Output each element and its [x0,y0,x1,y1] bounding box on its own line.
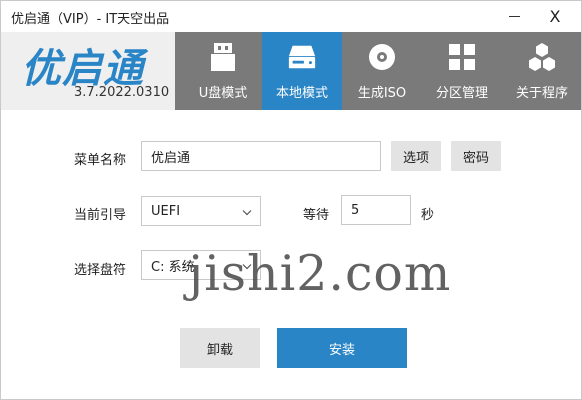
tab-partition-manager[interactable]: 分区管理 [422,32,502,110]
tab-usb-mode[interactable]: U盘模式 [183,32,263,110]
chevron-down-icon [242,206,252,221]
tab-local-mode[interactable]: 本地模式 [262,32,342,110]
disk-value: C: 系统 [151,259,195,275]
install-button[interactable]: 安装 [277,328,407,368]
wait-label: 等待 [303,208,330,223]
usb-drive-icon [208,42,238,72]
version-label: 3.7.2022.0310 [74,85,170,100]
boot-mode-select[interactable]: UEFI [141,196,261,226]
disc-icon [367,42,397,72]
tab-label: 本地模式 [275,86,328,101]
tab-label: U盘模式 [198,86,248,101]
tab-generate-iso[interactable]: 生成ISO [342,32,422,110]
app-window: 优启通（VIP）- IT天空出品 X 优启通 3.7.2022.0310 U盘模… [0,0,582,400]
uninstall-button[interactable]: 卸载 [180,328,260,368]
boot-mode-value: UEFI [151,203,181,219]
boot-label: 当前引导 [74,208,127,223]
seconds-unit-label: 秒 [421,208,435,223]
window-title: 优启通（VIP）- IT天空出品 [11,12,170,27]
minimize-button[interactable] [491,1,537,32]
disk-label: 选择盘符 [74,263,127,278]
close-button[interactable]: X [532,1,578,32]
disk-select[interactable]: C: 系统 [141,250,261,280]
options-button[interactable]: 选项 [391,141,441,171]
chevron-down-icon [242,260,252,275]
title-bar: 优启通（VIP）- IT天空出品 X [1,1,581,32]
menu-name-label: 菜单名称 [74,153,127,168]
tab-label: 生成ISO [357,86,407,101]
logo-area: 优启通 3.7.2022.0310 [1,32,175,110]
minimize-icon [508,16,520,17]
tab-label: 分区管理 [435,86,488,101]
wait-seconds-input[interactable]: 5 [341,195,411,225]
hard-disk-icon [287,42,317,72]
header-bar: 优启通 3.7.2022.0310 U盘模式 本地模式 生成ISO 分区管理 关… [1,32,581,110]
menu-name-input[interactable]: 优启通 [141,141,381,171]
tab-about[interactable]: 关于程序 [502,32,582,110]
hexagons-icon [527,42,557,72]
partition-grid-icon [447,42,477,72]
tab-label: 关于程序 [515,86,568,101]
password-button[interactable]: 密码 [451,141,501,171]
